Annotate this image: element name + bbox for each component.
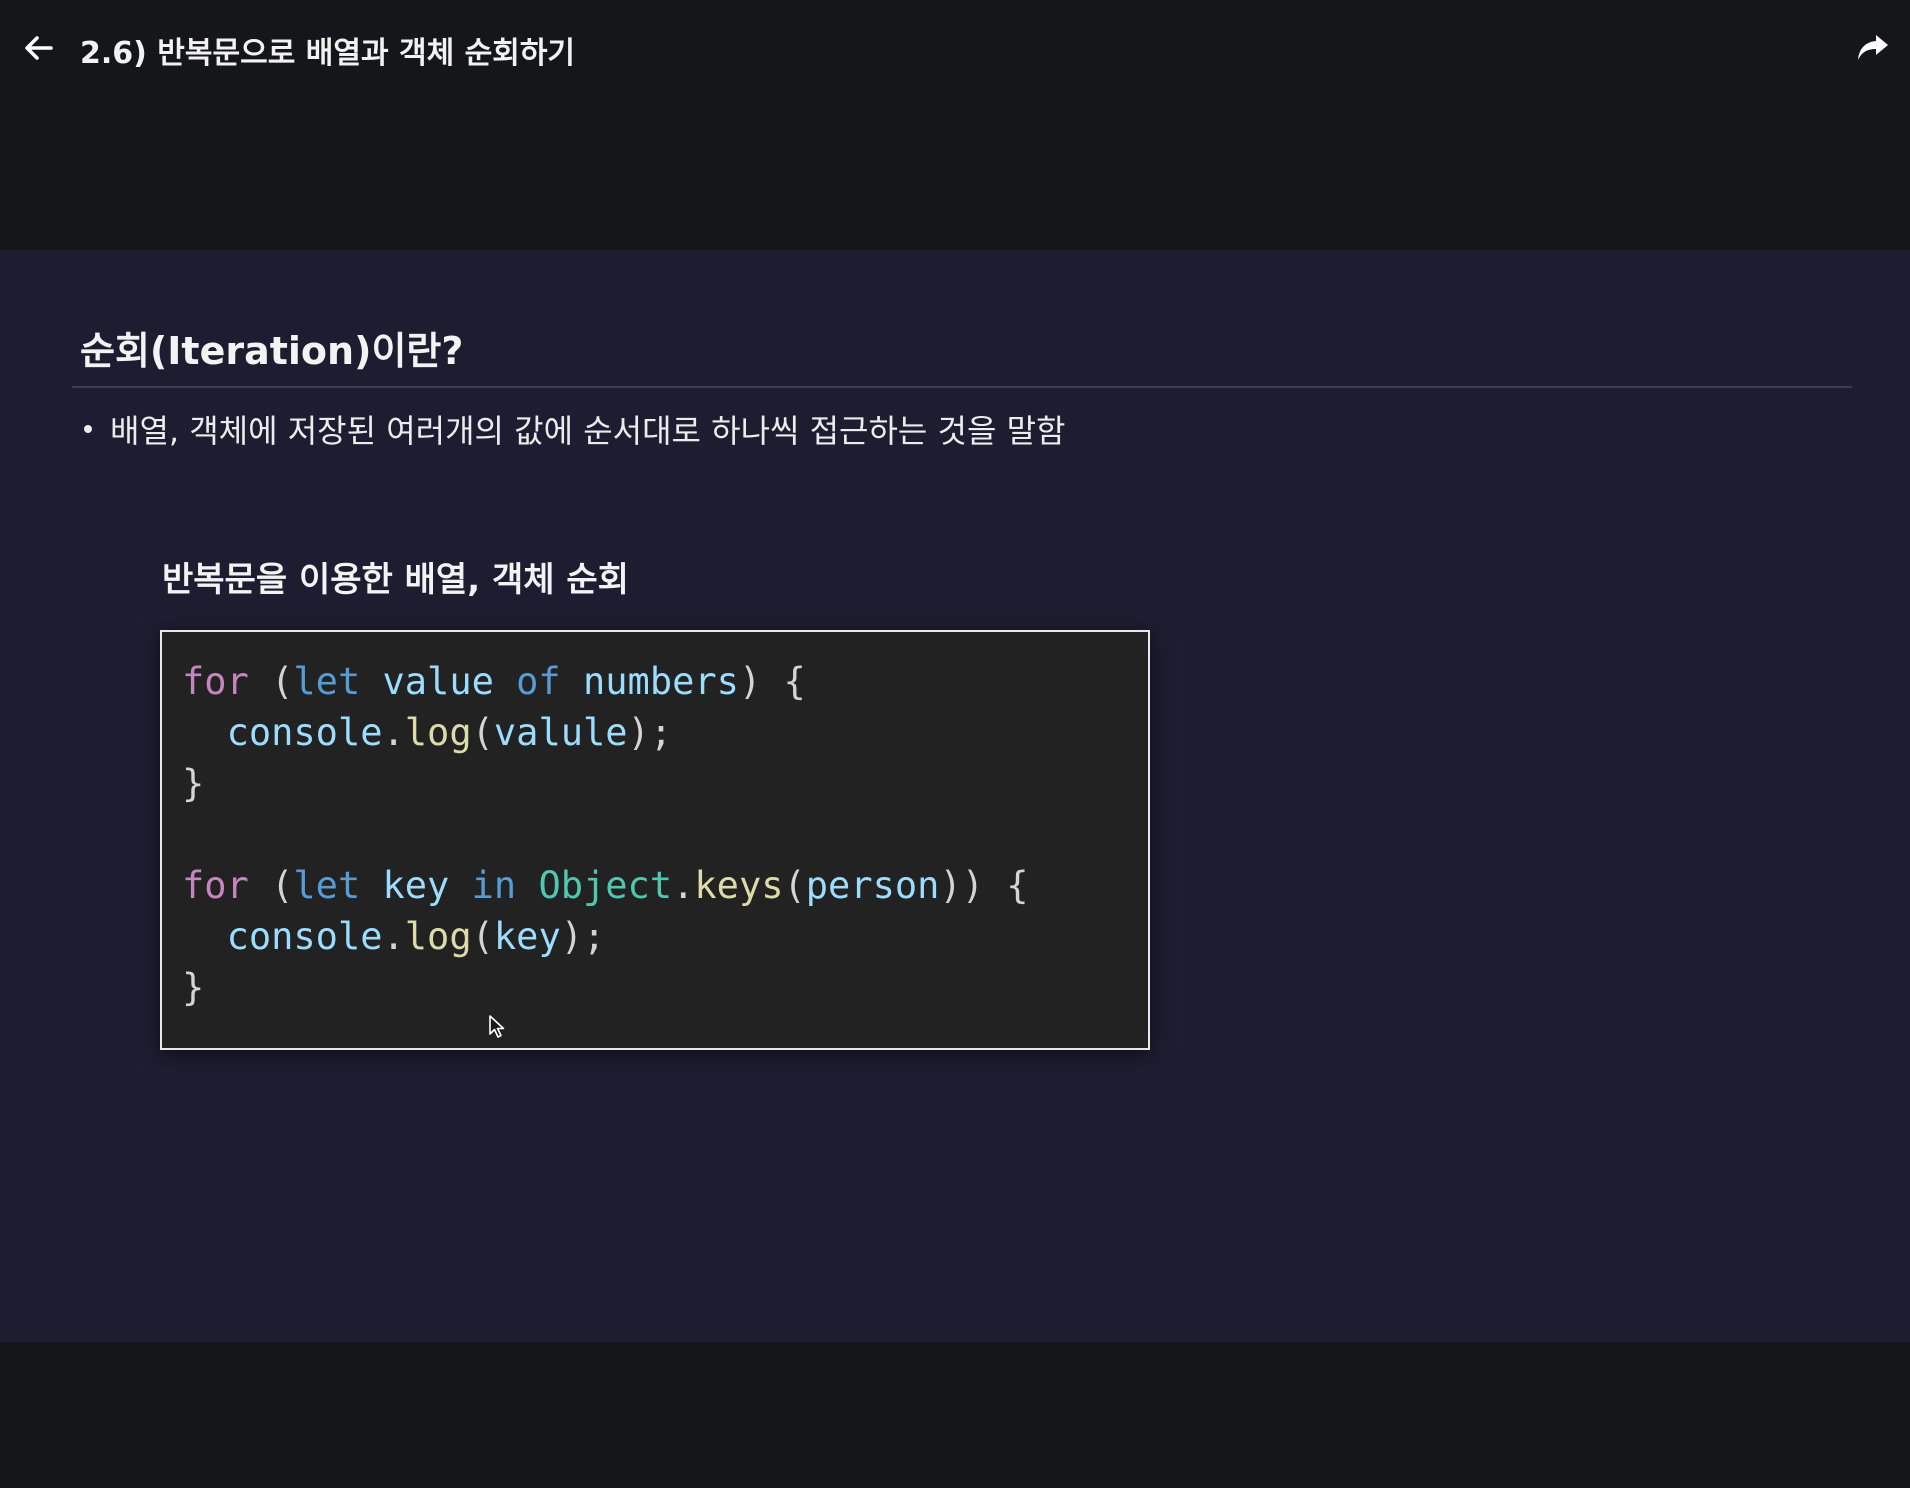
mouse-pointer-icon — [489, 1015, 505, 1038]
code-line-1: for (let value of numbers) { — [182, 660, 806, 703]
share-forward-icon — [1858, 35, 1888, 60]
slide-heading: 순회(Iteration)이란? — [80, 329, 464, 373]
slide-subheading: 반복문을 이용한 배열, 객체 순회 — [162, 560, 629, 600]
code-line-6: console.log(key); — [226, 915, 606, 958]
page-title: 2.6) 반복문으로 배열과 객체 순회하기 — [80, 36, 576, 71]
share-button[interactable] — [1854, 30, 1892, 66]
arrow-left-icon — [25, 36, 53, 60]
code-block: for (let value of numbers) { console.log… — [160, 630, 1150, 1050]
slide-content: 순회(Iteration)이란? 배열, 객체에 저장된 여러개의 값에 순서대… — [0, 250, 1910, 1342]
bullet-item: 배열, 객체에 저장된 여러개의 값에 순서대로 하나씩 접근하는 것을 말함 — [84, 406, 1065, 452]
code-line-7: } — [182, 966, 205, 1009]
code-line-2: console.log(valule); — [226, 711, 673, 754]
code-line-3: } — [182, 762, 205, 805]
bullet-text: 배열, 객체에 저장된 여러개의 값에 순서대로 하나씩 접근하는 것을 말함 — [110, 412, 1066, 450]
code-text: for (let value of numbers) { console.log… — [182, 656, 1029, 1013]
top-bar: 2.6) 반복문으로 배열과 객체 순회하기 — [0, 0, 1910, 96]
heading-divider — [72, 386, 1852, 388]
bullet-dot-icon — [84, 425, 92, 433]
back-button[interactable] — [20, 30, 56, 66]
code-line-5: for (let key in Object.keys(person)) { — [182, 864, 1029, 907]
